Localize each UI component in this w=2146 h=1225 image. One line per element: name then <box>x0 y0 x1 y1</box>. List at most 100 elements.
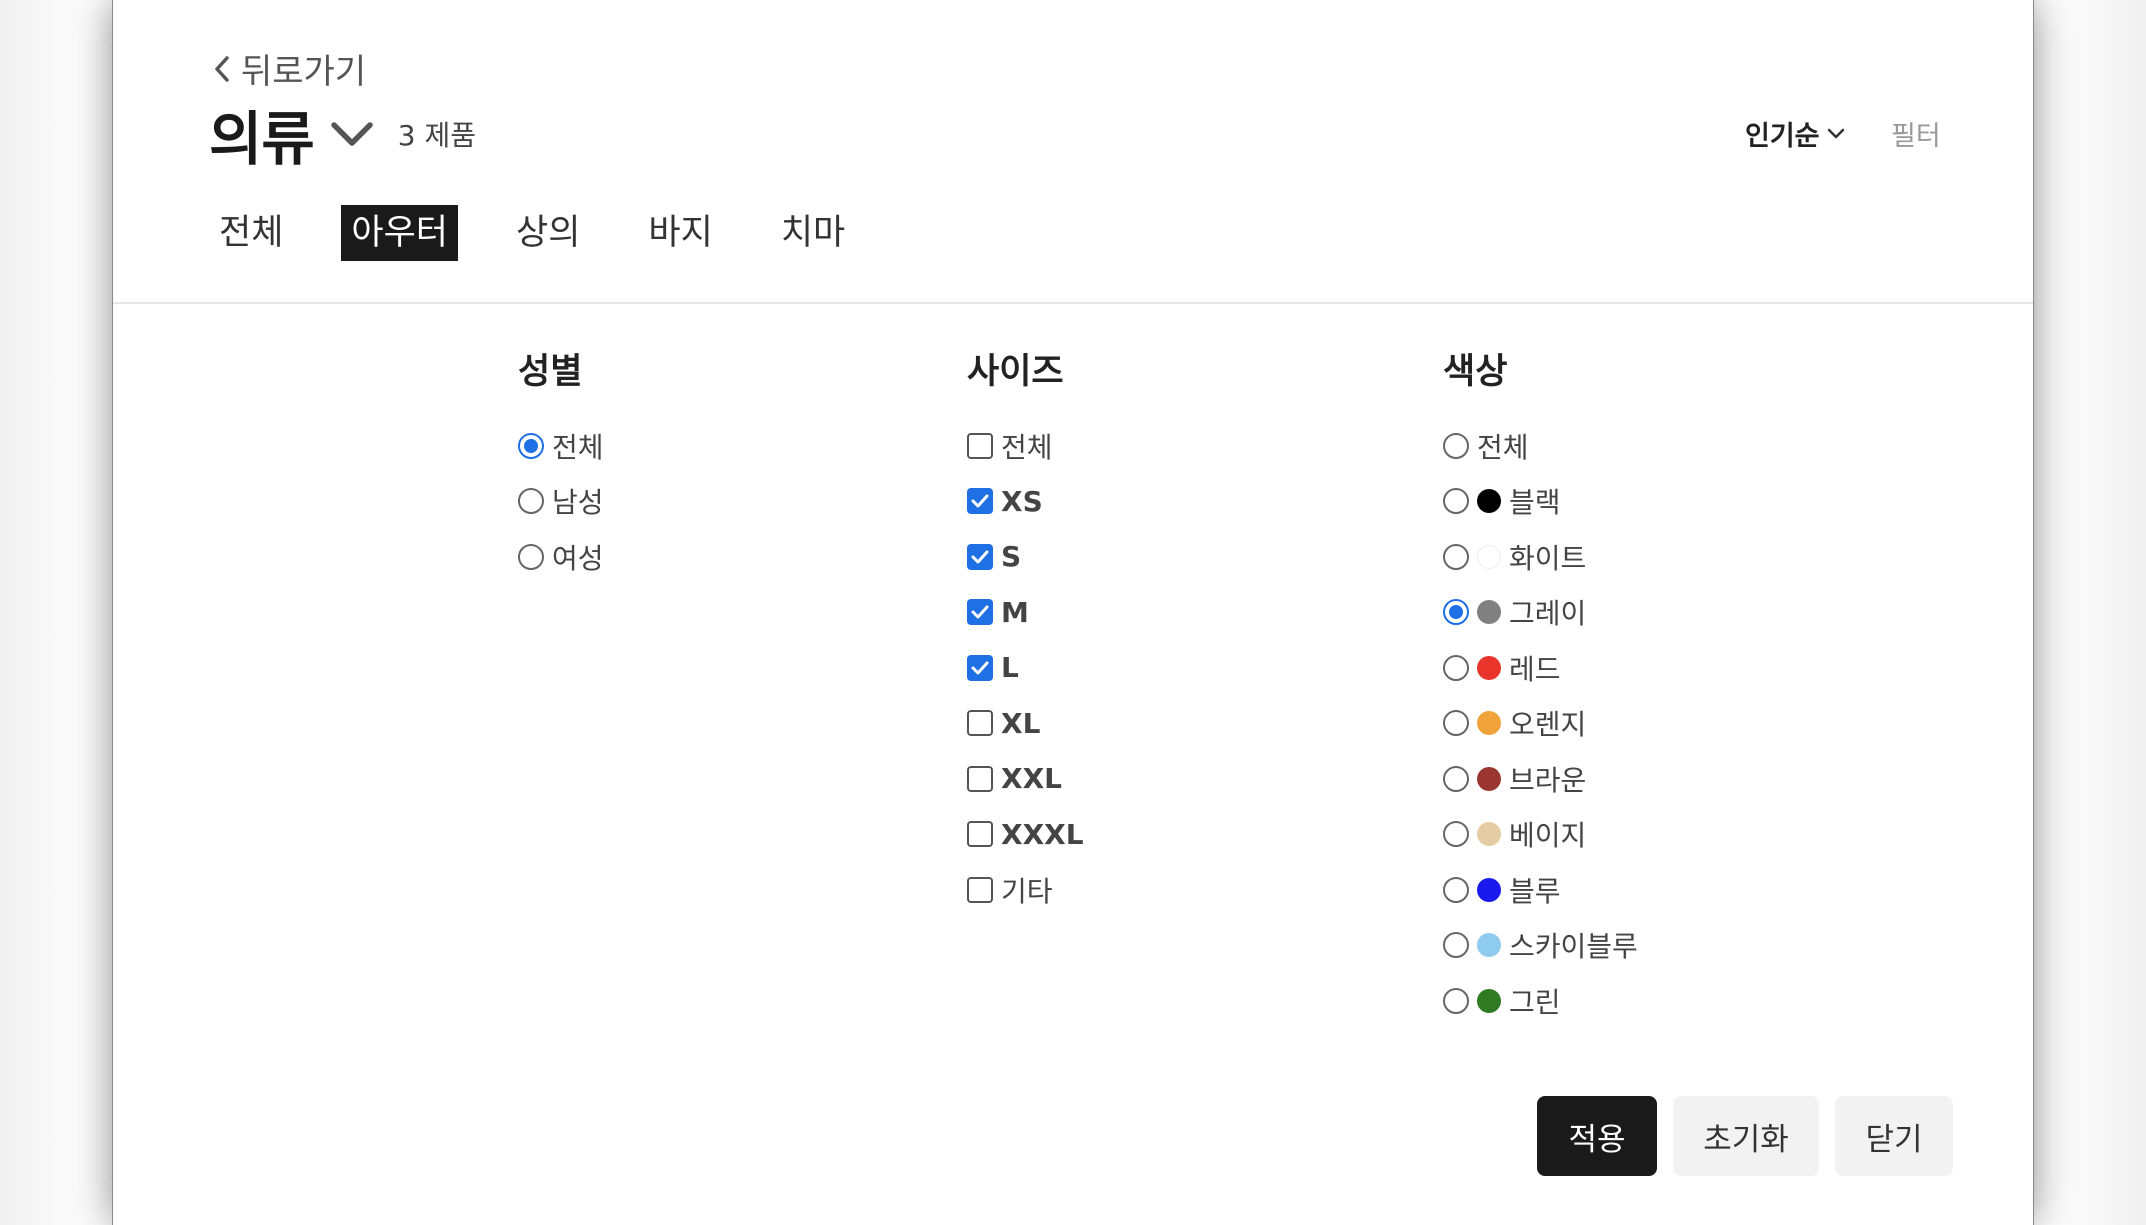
size-option[interactable]: M <box>967 585 1084 641</box>
color-option[interactable]: 베이지 <box>1443 807 1638 863</box>
option-label: XS <box>1001 484 1043 518</box>
back-label: 뒤로가기 <box>241 52 367 92</box>
gender-title: 성별 <box>518 352 583 392</box>
gender-option[interactable]: 여성 <box>518 529 604 585</box>
checkbox[interactable] <box>967 765 993 792</box>
size-option[interactable]: L <box>967 640 1084 696</box>
color-option[interactable]: 그레이 <box>1443 585 1638 641</box>
color-option[interactable]: 스카이블루 <box>1443 918 1638 974</box>
reset-button[interactable]: 초기화 <box>1673 1096 1819 1176</box>
radio-button[interactable] <box>1443 821 1469 848</box>
size-option[interactable]: XXXL <box>967 807 1084 863</box>
chevron-down-icon <box>1827 128 1844 138</box>
color-swatch-icon <box>1477 544 1501 569</box>
checkbox[interactable] <box>967 821 993 848</box>
color-swatch-icon <box>1477 766 1501 791</box>
tab-skirts[interactable]: 치마 <box>771 205 855 261</box>
checkbox[interactable] <box>967 599 993 626</box>
checkbox[interactable] <box>967 876 993 903</box>
option-label: 그레이 <box>1509 597 1587 631</box>
option-label: 브라운 <box>1509 763 1587 797</box>
option-label: M <box>1001 595 1029 629</box>
sort-label: 인기순 <box>1745 121 1820 152</box>
radio-button[interactable] <box>1443 654 1469 681</box>
category-tabs: 전체 아우터 상의 바지 치마 <box>209 205 855 261</box>
checkbox[interactable] <box>967 488 993 515</box>
product-count: 3 제품 <box>397 119 476 152</box>
radio-button[interactable] <box>1443 765 1469 792</box>
option-label: 레드 <box>1509 652 1561 686</box>
tab-tops[interactable]: 상의 <box>506 205 590 261</box>
color-swatch-icon <box>1477 822 1501 847</box>
checkbox[interactable] <box>967 710 993 737</box>
option-label: 전체 <box>552 430 604 464</box>
checkbox[interactable] <box>967 543 993 570</box>
color-swatch-icon <box>1477 489 1501 514</box>
tab-all[interactable]: 전체 <box>209 205 293 261</box>
gender-filter: 성별 전체남성여성 <box>518 348 604 585</box>
option-label: L <box>1001 651 1019 685</box>
radio-button[interactable] <box>1443 932 1469 959</box>
option-label: XXL <box>1001 762 1063 796</box>
color-option[interactable]: 블랙 <box>1443 474 1638 530</box>
radio-button[interactable] <box>1443 543 1469 570</box>
option-label: 스카이블루 <box>1509 930 1638 964</box>
option-label: 남성 <box>552 486 604 520</box>
option-label: 화이트 <box>1509 541 1587 575</box>
color-filter: 색상 전체 블랙 화이트 그레이 레드 오렌지 브라운 베이지 블루 스카이블루 그린 <box>1443 348 1638 1029</box>
radio-button[interactable] <box>1443 599 1469 626</box>
color-option[interactable]: 화이트 <box>1443 529 1638 585</box>
option-label: 블루 <box>1509 874 1561 908</box>
option-label: 여성 <box>552 541 604 575</box>
size-option[interactable]: 전체 <box>967 418 1084 474</box>
close-button[interactable]: 닫기 <box>1835 1096 1953 1176</box>
action-buttons: 적용 초기화 닫기 <box>1537 1096 1953 1176</box>
page-background: 뒤로가기 의류 3 제품 인기순 필터 전체 아우터 상의 바지 치마 성별 전… <box>0 0 2146 1225</box>
color-option[interactable]: 브라운 <box>1443 751 1638 807</box>
color-swatch-icon <box>1477 877 1501 902</box>
option-label: 기타 <box>1001 874 1053 908</box>
radio-button[interactable] <box>1443 710 1469 737</box>
sort-dropdown[interactable]: 인기순 <box>1745 114 1846 153</box>
size-option[interactable]: XS <box>967 474 1084 530</box>
color-option[interactable]: 레드 <box>1443 640 1638 696</box>
title-row: 의류 3 제품 <box>209 92 476 176</box>
tab-outer[interactable]: 아우터 <box>341 205 459 261</box>
gender-option[interactable]: 전체 <box>518 418 604 474</box>
color-option[interactable]: 오렌지 <box>1443 696 1638 752</box>
option-label: 그린 <box>1509 985 1561 1019</box>
size-option[interactable]: XL <box>967 696 1084 752</box>
checkbox[interactable] <box>967 432 993 459</box>
color-option[interactable]: 전체 <box>1443 418 1638 474</box>
gender-option[interactable]: 남성 <box>518 474 604 530</box>
color-swatch-icon <box>1477 988 1501 1013</box>
radio-button[interactable] <box>518 432 544 459</box>
size-option[interactable]: 기타 <box>967 862 1084 918</box>
color-option[interactable]: 그린 <box>1443 973 1638 1029</box>
chevron-left-icon <box>215 55 229 82</box>
option-label: 전체 <box>1477 430 1529 464</box>
filter-button[interactable]: 필터 <box>1891 114 1941 153</box>
color-option[interactable]: 블루 <box>1443 862 1638 918</box>
back-link[interactable]: 뒤로가기 <box>211 44 366 93</box>
color-swatch-icon <box>1477 933 1501 958</box>
chevron-down-icon[interactable] <box>330 117 374 151</box>
size-option[interactable]: S <box>967 529 1084 585</box>
color-swatch-icon <box>1477 711 1501 736</box>
tab-pants[interactable]: 바지 <box>638 205 722 261</box>
page-title: 의류 <box>209 105 315 173</box>
size-filter: 사이즈 전체 XS S M L XL XXL XXXL 기타 <box>967 348 1084 918</box>
color-swatch-icon <box>1477 655 1501 680</box>
radio-button[interactable] <box>518 543 544 570</box>
radio-button[interactable] <box>1443 488 1469 515</box>
radio-button[interactable] <box>1443 432 1469 459</box>
color-swatch-icon <box>1477 600 1501 625</box>
checkbox[interactable] <box>967 654 993 681</box>
option-label: 오렌지 <box>1509 708 1587 742</box>
radio-button[interactable] <box>1443 876 1469 903</box>
option-label: XXXL <box>1001 817 1084 851</box>
radio-button[interactable] <box>1443 987 1469 1014</box>
size-option[interactable]: XXL <box>967 751 1084 807</box>
radio-button[interactable] <box>518 488 544 515</box>
apply-button[interactable]: 적용 <box>1537 1096 1657 1176</box>
